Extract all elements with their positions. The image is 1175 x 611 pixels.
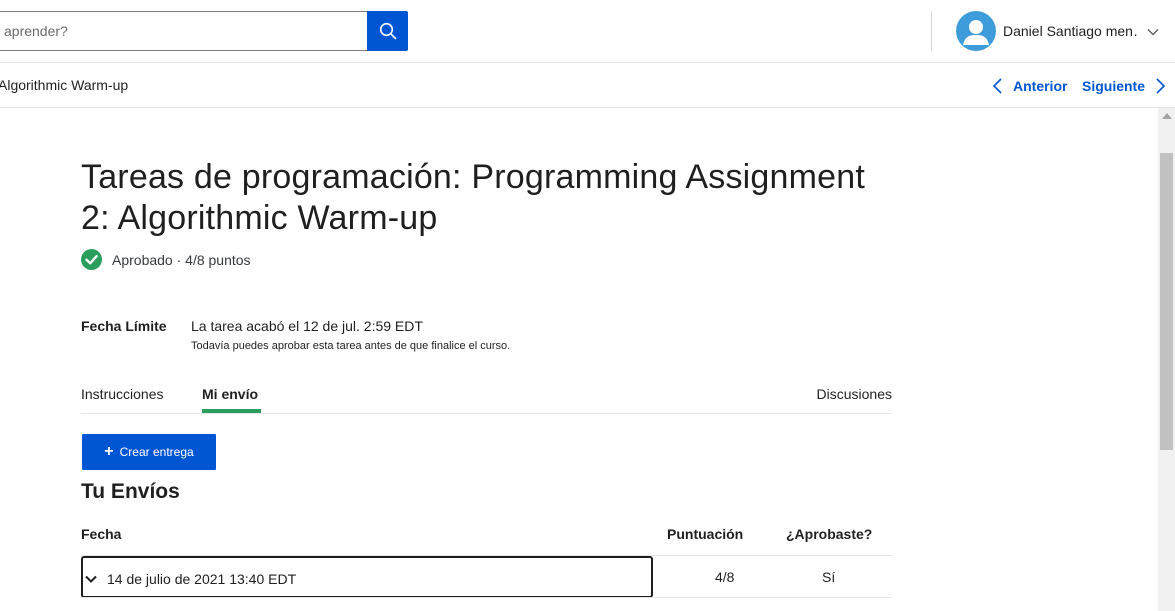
chevron-down-icon[interactable] bbox=[1146, 25, 1160, 39]
header-divider bbox=[931, 11, 932, 51]
chevron-left-icon bbox=[992, 78, 1002, 94]
submission-date: 14 de julio de 2021 13:40 EDT bbox=[107, 571, 297, 587]
due-date-value: La tarea acabó el 12 de jul. 2:59 EDT bbox=[191, 318, 423, 334]
table-row: 14 de julio de 2021 13:40 EDT 4/8 Sí bbox=[81, 556, 892, 598]
submission-passed: Sí bbox=[822, 569, 836, 585]
previous-label: Anterior bbox=[1013, 78, 1068, 94]
page-title: Tareas de programación: Programming Assi… bbox=[81, 158, 866, 237]
avatar[interactable] bbox=[956, 11, 996, 51]
plus-icon: + bbox=[104, 443, 114, 460]
active-tab-indicator bbox=[202, 409, 261, 413]
top-header: Daniel Santiago men… bbox=[0, 0, 1175, 63]
scrollbar-thumb[interactable] bbox=[1160, 153, 1173, 450]
create-submission-button[interactable]: + Crear entrega bbox=[82, 434, 216, 470]
submissions-heading: Tu Envíos bbox=[81, 480, 180, 503]
table-row-divider bbox=[81, 597, 892, 598]
due-date-note: Todavía puedes aprobar esta tarea antes … bbox=[191, 340, 511, 352]
chevron-down-icon bbox=[85, 575, 97, 583]
column-header-passed: ¿Aprobaste? bbox=[786, 526, 873, 542]
next-label: Siguiente bbox=[1082, 78, 1146, 94]
chevron-right-icon bbox=[1156, 78, 1166, 94]
expand-submission-toggle[interactable]: 14 de julio de 2021 13:40 EDT bbox=[81, 556, 653, 598]
navigation-row: Algorithmic Warm-up Anterior Siguiente bbox=[0, 63, 1175, 108]
column-header-date: Fecha bbox=[81, 526, 122, 542]
tab-discussions[interactable]: Discusiones bbox=[817, 386, 892, 402]
user-name[interactable]: Daniel Santiago men… bbox=[1003, 23, 1139, 39]
search-button[interactable] bbox=[367, 11, 408, 51]
search-input[interactable] bbox=[0, 12, 368, 50]
due-date-label: Fecha Límite bbox=[81, 318, 167, 334]
user-avatar-icon bbox=[963, 20, 989, 45]
create-submission-label: Crear entrega bbox=[119, 445, 194, 459]
tab-bar: Instrucciones Mi envío Discusiones bbox=[81, 378, 892, 414]
previous-button[interactable]: Anterior bbox=[991, 75, 1067, 97]
status-row: Aprobado · 4/8 puntos bbox=[81, 249, 251, 270]
search-icon bbox=[379, 22, 396, 40]
tab-instructions[interactable]: Instrucciones bbox=[81, 386, 163, 402]
grade-status: Aprobado · 4/8 puntos bbox=[112, 251, 251, 268]
submission-score: 4/8 bbox=[715, 569, 735, 585]
search-box bbox=[0, 11, 368, 51]
column-header-score: Puntuación bbox=[667, 526, 744, 542]
scroll-up-arrow-icon[interactable] bbox=[1162, 113, 1172, 119]
check-circle-icon bbox=[81, 249, 102, 270]
breadcrumb[interactable]: Algorithmic Warm-up bbox=[0, 77, 128, 93]
next-button[interactable]: Siguiente bbox=[1082, 75, 1167, 97]
tab-my-submission[interactable]: Mi envío bbox=[202, 386, 258, 402]
